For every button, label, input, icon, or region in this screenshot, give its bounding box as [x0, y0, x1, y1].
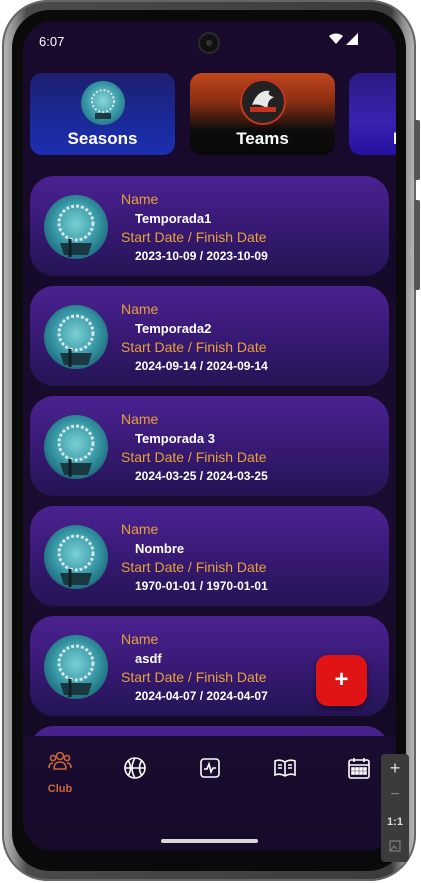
- season-dates: 2024-09-14 / 2024-09-14: [135, 359, 268, 373]
- season-name: Nombre: [135, 541, 185, 556]
- season-dates: 2024-03-25 / 2024-03-25: [135, 469, 268, 483]
- season-card[interactable]: Name Temporada 3 Start Date / Finish Dat…: [30, 396, 389, 496]
- status-icons: [329, 33, 358, 45]
- name-label: Name: [121, 521, 159, 537]
- signal-icon: [346, 33, 358, 45]
- tab-seasons[interactable]: Seasons: [30, 73, 175, 155]
- screenshot-icon[interactable]: [381, 840, 409, 855]
- dates-label: Start Date / Finish Date: [121, 669, 267, 685]
- nav-activity[interactable]: [185, 756, 235, 785]
- season-dates: 2024-04-07 / 2024-04-07: [135, 689, 268, 703]
- name-label: Name: [121, 631, 159, 647]
- tab-teams[interactable]: Teams: [190, 73, 335, 155]
- zoom-ratio-button[interactable]: 1:1: [381, 816, 409, 828]
- season-name: Temporada1: [135, 211, 212, 226]
- season-card[interactable]: Name Nombre Start Date / Finish Date 197…: [30, 506, 389, 606]
- bottom-navigation: Club: [23, 736, 396, 851]
- home-indicator[interactable]: [161, 839, 258, 843]
- nav-basketball[interactable]: [110, 756, 160, 785]
- season-image: [44, 195, 108, 259]
- activity-icon: [200, 758, 220, 778]
- tab-third-label: I: [393, 129, 396, 148]
- name-label: Name: [121, 191, 159, 207]
- season-image: [44, 305, 108, 369]
- season-name: Temporada 3: [135, 431, 215, 446]
- name-label: Name: [121, 411, 159, 427]
- emulator-zoom-panel: + − 1:1: [381, 754, 409, 862]
- tab-seasons-label: Seasons: [67, 129, 138, 148]
- front-camera: [198, 32, 220, 54]
- basketball-icon: [124, 757, 146, 779]
- wifi-icon: [329, 33, 343, 44]
- season-name: Temporada2: [135, 321, 212, 336]
- season-image: [44, 525, 108, 589]
- power-button: [414, 120, 420, 180]
- season-dates: 1970-01-01 / 1970-01-01: [135, 579, 268, 593]
- seasons-image: [80, 81, 125, 125]
- status-bar: 6:07: [23, 21, 396, 65]
- season-image: [44, 415, 108, 479]
- season-card[interactable]: Name Temporada2 Start Date / Finish Date…: [30, 286, 389, 386]
- team-logo: [239, 79, 286, 125]
- nav-calendar[interactable]: [334, 756, 384, 785]
- dates-label: Start Date / Finish Date: [121, 229, 267, 245]
- add-season-button[interactable]: +: [316, 655, 367, 706]
- book-icon: [274, 759, 296, 777]
- zoom-out-button[interactable]: −: [381, 786, 409, 804]
- club-icon: [48, 751, 72, 770]
- dates-label: Start Date / Finish Date: [121, 559, 267, 575]
- status-time: 6:07: [39, 34, 65, 49]
- zoom-in-button[interactable]: +: [381, 758, 409, 779]
- tab-third[interactable]: I: [349, 73, 396, 155]
- category-tabs: Seasons Teams I: [23, 73, 396, 157]
- season-card-partial[interactable]: [30, 726, 389, 736]
- season-name: asdf: [135, 651, 162, 666]
- tab-teams-label: Teams: [236, 129, 289, 148]
- nav-club-label: Club: [47, 783, 73, 795]
- volume-button: [414, 200, 420, 290]
- calendar-icon: [348, 758, 370, 779]
- nav-book[interactable]: [260, 756, 310, 785]
- app-screen: 6:07 Seasons Teams I Name Temporada1 Sta…: [23, 21, 396, 851]
- dates-label: Start Date / Finish Date: [121, 339, 267, 355]
- season-card[interactable]: Name Temporada1 Start Date / Finish Date…: [30, 176, 389, 276]
- season-dates: 2023-10-09 / 2023-10-09: [135, 249, 268, 263]
- season-list: Name Temporada1 Start Date / Finish Date…: [30, 176, 389, 736]
- name-label: Name: [121, 301, 159, 317]
- nav-club[interactable]: Club: [35, 750, 85, 795]
- season-image: [44, 635, 108, 699]
- dates-label: Start Date / Finish Date: [121, 449, 267, 465]
